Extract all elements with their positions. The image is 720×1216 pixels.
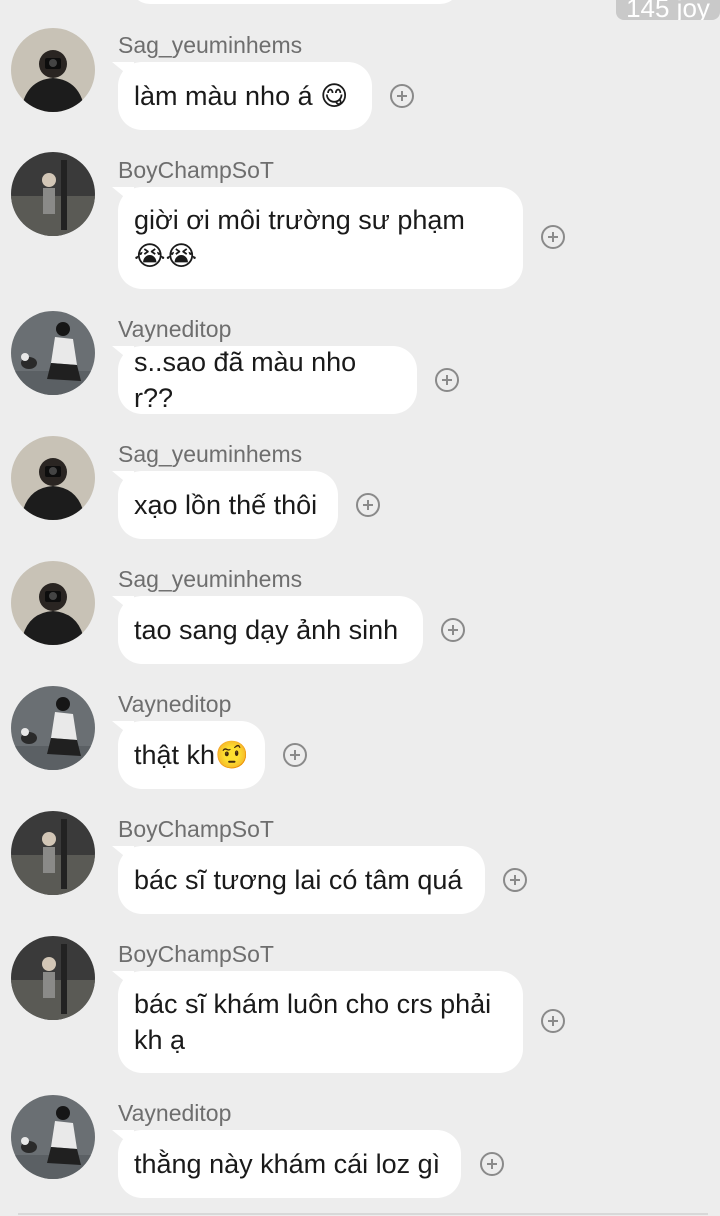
message-bubble[interactable]: xạo lồn thế thôi bbox=[118, 471, 338, 539]
sender-name: BoyChampSoT bbox=[118, 816, 274, 842]
sender-name: Sag_yeuminhems bbox=[118, 32, 303, 58]
message-bubble[interactable]: giời ơi môi trường sư phạm 😭😭 bbox=[118, 187, 523, 289]
avatar-boy-image bbox=[11, 152, 95, 236]
plus-circle-icon[interactable] bbox=[541, 1009, 565, 1033]
avatar[interactable] bbox=[11, 1095, 95, 1179]
avatar[interactable] bbox=[11, 686, 95, 770]
message-text: giời ơi môi trường sư phạm 😭😭 bbox=[134, 205, 465, 271]
avatar-sag-image bbox=[11, 436, 95, 520]
plus-circle-icon[interactable] bbox=[283, 743, 307, 767]
avatar-vayne-image bbox=[11, 311, 95, 395]
divider bbox=[18, 1213, 708, 1215]
avatar-vayne-image bbox=[11, 1095, 95, 1179]
avatar-boy-image bbox=[11, 936, 95, 1020]
avatar[interactable] bbox=[11, 311, 95, 395]
avatar-sag-image bbox=[11, 28, 95, 112]
sender-name: Sag_yeuminhems bbox=[118, 441, 303, 467]
sender-name: Sag_yeuminhems bbox=[118, 566, 303, 592]
plus-circle-icon[interactable] bbox=[441, 618, 465, 642]
message-text: làm màu nho á 😋 bbox=[134, 81, 349, 111]
plus-circle-icon[interactable] bbox=[390, 84, 414, 108]
avatar[interactable] bbox=[11, 28, 95, 112]
sender-name: Vayneditop bbox=[118, 1100, 232, 1126]
message-text: bác sĩ khám luôn cho crs phải kh ạ bbox=[134, 989, 492, 1055]
avatar-sag-image bbox=[11, 561, 95, 645]
avatar[interactable] bbox=[11, 811, 95, 895]
message-bubble[interactable]: thật kh🤨 bbox=[118, 721, 265, 789]
avatar[interactable] bbox=[11, 561, 95, 645]
message-text: thằng này khám cái loz gì bbox=[134, 1149, 441, 1179]
message-text: s..sao đã màu nho r?? bbox=[134, 347, 364, 413]
plus-circle-icon[interactable] bbox=[435, 368, 459, 392]
reaction-count-badge: 145 joy bbox=[616, 0, 720, 20]
message-text: tao sang dạy ảnh sinh bbox=[134, 615, 399, 645]
previous-message-bubble bbox=[130, 0, 460, 4]
message-bubble[interactable]: thằng này khám cái loz gì bbox=[118, 1130, 461, 1198]
message-bubble[interactable]: s..sao đã màu nho r?? bbox=[118, 346, 417, 414]
avatar[interactable] bbox=[11, 436, 95, 520]
message-text: xạo lồn thế thôi bbox=[134, 490, 318, 520]
message-text: bác sĩ tương lai có tâm quá bbox=[134, 865, 463, 895]
avatar[interactable] bbox=[11, 936, 95, 1020]
sender-name: Vayneditop bbox=[118, 316, 232, 342]
sender-name: BoyChampSoT bbox=[118, 941, 274, 967]
plus-circle-icon[interactable] bbox=[480, 1152, 504, 1176]
plus-circle-icon[interactable] bbox=[356, 493, 380, 517]
message-bubble[interactable]: tao sang dạy ảnh sinh bbox=[118, 596, 423, 664]
message-text: thật kh🤨 bbox=[134, 740, 249, 770]
message-bubble[interactable]: bác sĩ khám luôn cho crs phải kh ạ bbox=[118, 971, 523, 1073]
message-bubble[interactable]: bác sĩ tương lai có tâm quá bbox=[118, 846, 485, 914]
sender-name: Vayneditop bbox=[118, 691, 232, 717]
plus-circle-icon[interactable] bbox=[503, 868, 527, 892]
message-bubble[interactable]: làm màu nho á 😋 bbox=[118, 62, 372, 130]
avatar-boy-image bbox=[11, 811, 95, 895]
avatar-vayne-image bbox=[11, 686, 95, 770]
sender-name: BoyChampSoT bbox=[118, 157, 274, 183]
avatar[interactable] bbox=[11, 152, 95, 236]
plus-circle-icon[interactable] bbox=[541, 225, 565, 249]
